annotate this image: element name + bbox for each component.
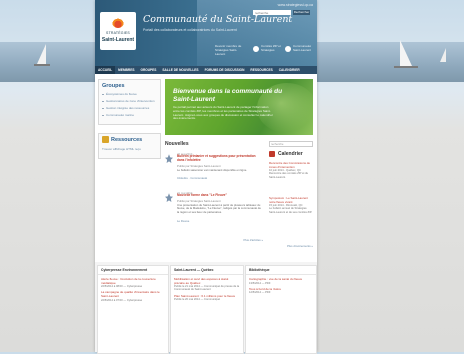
stars-news-icon: [165, 154, 173, 163]
feed-meta: 13/5/2014 — PDF: [249, 281, 271, 285]
resources-icon: [102, 136, 109, 143]
site-header: STRATÉGIES Saint-Laurent Communauté du S…: [95, 0, 317, 66]
news-body: Une présentation du Saint-Laurent à part…: [177, 203, 261, 214]
calendar-event-desc: Rencontre des comités ZIP et du Saint-La…: [269, 172, 309, 179]
sailboat-far-icon: [440, 48, 446, 62]
news-item: 22 mai 2014 Bulletin printanier et sugge…: [165, 152, 263, 190]
calendar-event: Symposium : Le Saint-Laurent notre fleuv…: [269, 196, 313, 214]
resources-box: Ressources Trouver affichage HTML reçu: [98, 133, 161, 159]
feed-meta: Publié le 20 mai 2014 — Communiqué: [174, 298, 221, 302]
search-input[interactable]: [253, 10, 291, 15]
feed-title: Bibliothèque: [246, 266, 316, 275]
feed-column-presse: Saint-Laurent — Québec Mobilisation et s…: [170, 265, 244, 354]
calendar-icon: [269, 151, 275, 157]
group-item[interactable]: Gestionnaires de zone d'intervention: [102, 99, 157, 103]
feed-column-library: Bibliothèque Cartographie : vue de la sa…: [245, 265, 317, 354]
news-tags[interactable]: Infolettre · Communauté: [177, 176, 261, 180]
nav-ressources[interactable]: RESSOURCES: [247, 66, 275, 74]
news-more-link[interactable]: Plus d'articles »: [244, 238, 264, 242]
calendar-section: recherche Calendrier Rencontre des Commi…: [269, 141, 313, 255]
nav-forums[interactable]: FORUMS DE DISCUSSION: [202, 66, 248, 74]
welcome-banner: Bienvenue dans la communauté du Saint-La…: [165, 79, 313, 135]
group-item[interactable]: Communauté marine: [102, 113, 157, 117]
header-link-member[interactable]: Devenir membre de Stratégies Saint-Laure…: [215, 44, 245, 56]
logo-line2: Saint-Laurent: [101, 37, 135, 43]
calendar-title: Calendrier: [278, 151, 303, 157]
search-button[interactable]: Rechercher: [293, 10, 310, 15]
header-link-community[interactable]: Communauté Saint-Laurent: [293, 44, 315, 52]
news-tags[interactable]: Le Fleuve: [177, 219, 261, 223]
header-link-zip[interactable]: Comités ZIP et Stratégies: [261, 44, 283, 52]
feed-meta: 12/5/2014 — PDF: [249, 291, 271, 295]
news-title: Nouvelles: [165, 141, 189, 147]
nav-salle-nouvelles[interactable]: SALLE DE NOUVELLES: [159, 66, 201, 74]
news-item: 21 mai 2014 Nouvelle forme dans "Le Fleu…: [165, 191, 263, 241]
header-community-icon[interactable]: [285, 46, 291, 52]
feed-meta: 22/5/2014 à 07:00 — Cyberpresse: [101, 298, 143, 302]
left-sidebar: Groupes Écosystèmes du fleuve Gestionnai…: [98, 79, 161, 159]
calendar-event: Rencontre des Commissions de zones d'int…: [269, 161, 313, 179]
feed-title: Saint-Laurent — Québec: [171, 266, 243, 275]
news-headline[interactable]: Bulletin printanier et suggestions pour …: [177, 154, 261, 163]
main-nav: ACCUEIL MEMBRES GROUPES SALLE DE NOUVELL…: [95, 66, 317, 74]
sailboat-right-icon: [400, 40, 412, 66]
resources-link[interactable]: Trouver affichage HTML reçu: [102, 147, 141, 151]
news-section: Nouvelles 22 mai 2014 Bulletin printanie…: [165, 141, 263, 255]
calendar-event-title[interactable]: Symposium : Le Saint-Laurent notre fleuv…: [269, 196, 313, 204]
nav-membres[interactable]: MEMBRES: [115, 66, 137, 74]
site-logo[interactable]: STRATÉGIES Saint-Laurent: [100, 12, 136, 50]
sailboat-right-hull: [394, 66, 418, 68]
feeds-area: Cyberpresse Environnement Alerte fleuve …: [95, 262, 317, 354]
sailboat-left-hull: [34, 64, 50, 66]
logo-emblem-icon: [112, 16, 124, 28]
group-item[interactable]: Écosystèmes du fleuve: [102, 92, 157, 96]
sailboat-left-icon: [37, 44, 46, 64]
group-item[interactable]: Gestion intégrée des ressources: [102, 106, 157, 110]
groups-title: Groupes: [102, 83, 125, 89]
feed-title: Cyberpresse Environnement: [98, 266, 168, 275]
nav-accueil[interactable]: ACCUEIL: [95, 66, 116, 74]
news-headline[interactable]: Nouvelle forme dans "Le Fleuve": [177, 193, 261, 198]
calendar-more-link[interactable]: Plus d'événements »: [287, 244, 313, 248]
site-title: Communauté du Saint-Laurent: [143, 14, 293, 25]
feed-link[interactable]: La campagne de qualité d'inventaire dans…: [98, 291, 168, 298]
calendar-event-title[interactable]: Rencontre des Commissions de zones d'int…: [269, 161, 313, 169]
feed-meta: 22/5/2014 à 08:00 — Cyberpresse: [101, 285, 143, 289]
feed-meta: Publié le 21 mai 2014 — Communiqué de pr…: [174, 285, 240, 292]
banner-text: Ce portail permet aux acteurs du Saint-L…: [173, 105, 273, 121]
stars-news-icon: [165, 193, 173, 202]
calendar-search-input[interactable]: recherche: [269, 141, 313, 147]
nav-groupes[interactable]: GROUPES: [137, 66, 159, 74]
calendar-event-desc: Le bulletin annuel de Stratégies Saint-L…: [269, 207, 313, 214]
nav-calendrier[interactable]: CALENDRIER: [276, 66, 303, 74]
site-url[interactable]: www.strategiessl.qc.ca: [278, 3, 313, 7]
news-body: Le bulletin saisonnier est maintenant di…: [177, 168, 248, 172]
header-zip-icon[interactable]: [253, 46, 259, 52]
groups-list: Écosystèmes du fleuve Gestionnaires de z…: [99, 92, 160, 124]
groups-box: Groupes Écosystèmes du fleuve Gestionnai…: [98, 79, 161, 125]
feed-column-cyberpresse: Cyberpresse Environnement Alerte fleuve …: [97, 265, 169, 354]
logo-line1: STRATÉGIES: [106, 31, 130, 35]
site-subtitle: Portail des collaborateurs et collaborat…: [143, 28, 237, 32]
banner-title: Bienvenue dans la communauté du Saint-La…: [173, 88, 283, 103]
